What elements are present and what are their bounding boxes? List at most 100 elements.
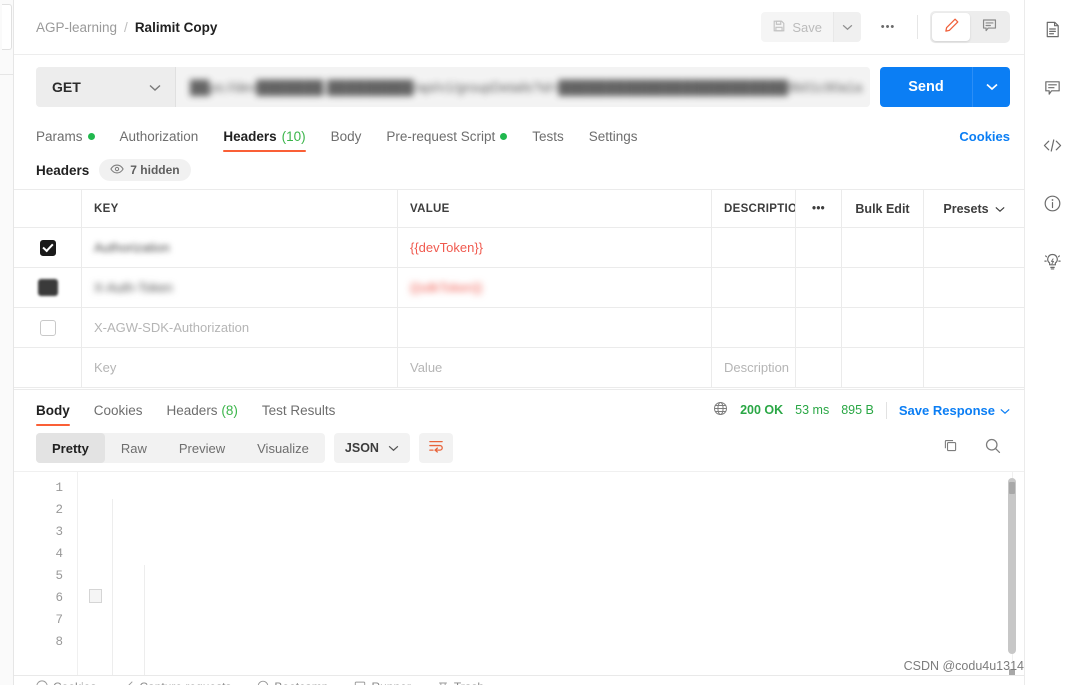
status-trash-button[interactable]: Trash xyxy=(437,680,484,685)
status-capture-requests-button[interactable]: Capture requests xyxy=(122,680,231,685)
header-row-1-spacer-dots xyxy=(796,268,842,307)
tab-pre-request-script-label: Pre-request Script xyxy=(386,129,496,144)
bootcamp-icon xyxy=(257,680,269,685)
response-tab-cookies[interactable]: Cookies xyxy=(94,403,143,425)
table-row[interactable]: Authorization {{devToken}} xyxy=(14,228,1024,268)
tab-pre-request-script[interactable]: Pre-request Script xyxy=(386,129,508,151)
header-col-key: KEY xyxy=(82,190,398,227)
response-language-label: JSON xyxy=(344,441,379,455)
breadcrumb-collection[interactable]: AGP-learning xyxy=(36,20,117,35)
header-row-checkbox-1[interactable] xyxy=(14,268,82,307)
new-row-description-input[interactable]: Description xyxy=(712,348,796,387)
header-description-2[interactable] xyxy=(712,308,796,347)
bulk-edit-button[interactable]: Bulk Edit xyxy=(842,190,924,227)
line-number: 5 xyxy=(55,569,63,583)
hidden-headers-toggle[interactable]: 7 hidden xyxy=(99,159,191,181)
line-number: 8 xyxy=(55,635,63,649)
fold-toggle-icon[interactable] xyxy=(89,589,102,603)
new-row-checkbox xyxy=(14,348,82,387)
copy-response-button[interactable] xyxy=(933,433,967,463)
header-key-2[interactable]: X-AGW-SDK-Authorization xyxy=(82,308,398,347)
new-row-key-placeholder: Key xyxy=(94,360,117,375)
header-value-0[interactable]: {{devToken}} xyxy=(398,228,712,267)
presets-button[interactable]: Presets xyxy=(924,190,1024,227)
code-snippet-icon[interactable] xyxy=(1036,128,1070,162)
capture-icon xyxy=(122,680,134,685)
sidebar-collapsed-tab[interactable] xyxy=(2,4,12,50)
pill-visualize[interactable]: Visualize xyxy=(241,433,325,463)
response-tab-test-results[interactable]: Test Results xyxy=(262,403,336,425)
tab-tests[interactable]: Tests xyxy=(532,129,564,151)
tab-settings[interactable]: Settings xyxy=(589,129,638,151)
header-description-0[interactable] xyxy=(712,228,796,267)
presets-label: Presets xyxy=(943,201,989,216)
comment-icon xyxy=(981,17,998,37)
status-bootcamp-label: Bootcamp xyxy=(274,680,328,685)
pill-pretty[interactable]: Pretty xyxy=(36,433,105,463)
new-row-value-input[interactable]: Value xyxy=(398,348,712,387)
new-row-spacer-dots xyxy=(796,348,842,387)
save-dropdown-button[interactable] xyxy=(833,12,861,42)
comments-icon[interactable] xyxy=(1036,70,1070,104)
tab-headers[interactable]: Headers (10) xyxy=(223,129,306,152)
header-key-0[interactable]: Authorization xyxy=(82,228,398,267)
save-button[interactable]: Save xyxy=(761,12,833,42)
json-code-content[interactable]: "code": 200, "message": "成功██████", "dat… xyxy=(78,472,1024,685)
header-value-1[interactable]: {{sdkToken}} xyxy=(398,268,712,307)
edit-mode-button[interactable] xyxy=(932,13,970,41)
tab-params[interactable]: Params xyxy=(36,129,95,151)
response-scrollbar-thumb[interactable] xyxy=(1008,478,1016,654)
search-icon xyxy=(984,437,1002,460)
line-number-gutter: 1 2 3 4 5 6 7 8 xyxy=(14,472,78,685)
response-body-viewer[interactable]: 1 2 3 4 5 6 7 8 "code": 200, "message": … xyxy=(14,471,1024,685)
checkbox-unchecked-icon xyxy=(39,319,56,336)
send-dropdown-button[interactable] xyxy=(972,67,1010,107)
indent-guide xyxy=(112,499,113,685)
table-row-new[interactable]: Key Value Description xyxy=(14,348,1024,388)
request-topbar: AGP-learning / Ralimit Copy Save ••• xyxy=(14,0,1024,55)
header-row-checkbox-0[interactable] xyxy=(14,228,82,267)
response-tab-body[interactable]: Body xyxy=(36,403,70,426)
topbar-divider xyxy=(917,15,918,39)
header-key-1[interactable]: X-Auth-Token xyxy=(82,268,398,307)
search-response-button[interactable] xyxy=(976,433,1010,463)
new-row-key-input[interactable]: Key xyxy=(82,348,398,387)
http-method-selector[interactable]: GET xyxy=(36,67,176,107)
save-response-button[interactable]: Save Response xyxy=(899,403,1010,418)
word-wrap-button[interactable] xyxy=(418,433,453,463)
header-value-0-text: {{devToken}} xyxy=(410,240,484,255)
more-dots-icon: ••• xyxy=(880,21,896,33)
response-tab-headers[interactable]: Headers (8) xyxy=(167,403,238,425)
pill-raw[interactable]: Raw xyxy=(105,433,163,463)
info-icon[interactable] xyxy=(1036,186,1070,220)
cookies-link[interactable]: Cookies xyxy=(959,129,1010,151)
comment-mode-button[interactable] xyxy=(970,13,1008,41)
request-more-options-button[interactable]: ••• xyxy=(871,12,905,42)
table-row[interactable]: X-AGW-SDK-Authorization xyxy=(14,308,1024,348)
header-value-2[interactable] xyxy=(398,308,712,347)
breadcrumb-request-name[interactable]: Ralimit Copy xyxy=(135,20,218,35)
header-row-checkbox-2[interactable] xyxy=(14,308,82,347)
table-row[interactable]: X-Auth-Token {{sdkToken}} xyxy=(14,268,1024,308)
header-row-2-spacer-bulk xyxy=(842,308,924,347)
documentation-icon[interactable] xyxy=(1036,12,1070,46)
header-description-1[interactable] xyxy=(712,268,796,307)
status-runner-button[interactable]: Runner xyxy=(354,680,411,685)
url-input[interactable]: ██ps://dev███████.█████████/api/v1/group… xyxy=(176,67,870,107)
pill-preview[interactable]: Preview xyxy=(163,433,241,463)
save-response-label: Save Response xyxy=(898,402,995,418)
url-text: ██ps://dev███████.█████████/api/v1/group… xyxy=(190,79,863,95)
send-button[interactable]: Send xyxy=(880,67,972,107)
line-number: 1 xyxy=(55,481,63,495)
tab-authorization[interactable]: Authorization xyxy=(120,129,199,151)
response-tab-body-label: Body xyxy=(36,403,70,418)
pre-request-script-modified-dot xyxy=(500,133,508,140)
response-language-selector[interactable]: JSON xyxy=(333,433,410,463)
status-bootcamp-button[interactable]: Bootcamp xyxy=(257,680,328,685)
status-cookies-button[interactable]: Cookies xyxy=(36,679,96,685)
header-key-0-text: Authorization xyxy=(94,240,170,255)
tab-body[interactable]: Body xyxy=(331,129,362,151)
headers-table-options-button[interactable]: ••• xyxy=(796,190,842,227)
lightbulb-icon[interactable] xyxy=(1036,244,1070,278)
response-tabs: Body Cookies Headers (8) Test Results 20… xyxy=(14,389,1024,426)
